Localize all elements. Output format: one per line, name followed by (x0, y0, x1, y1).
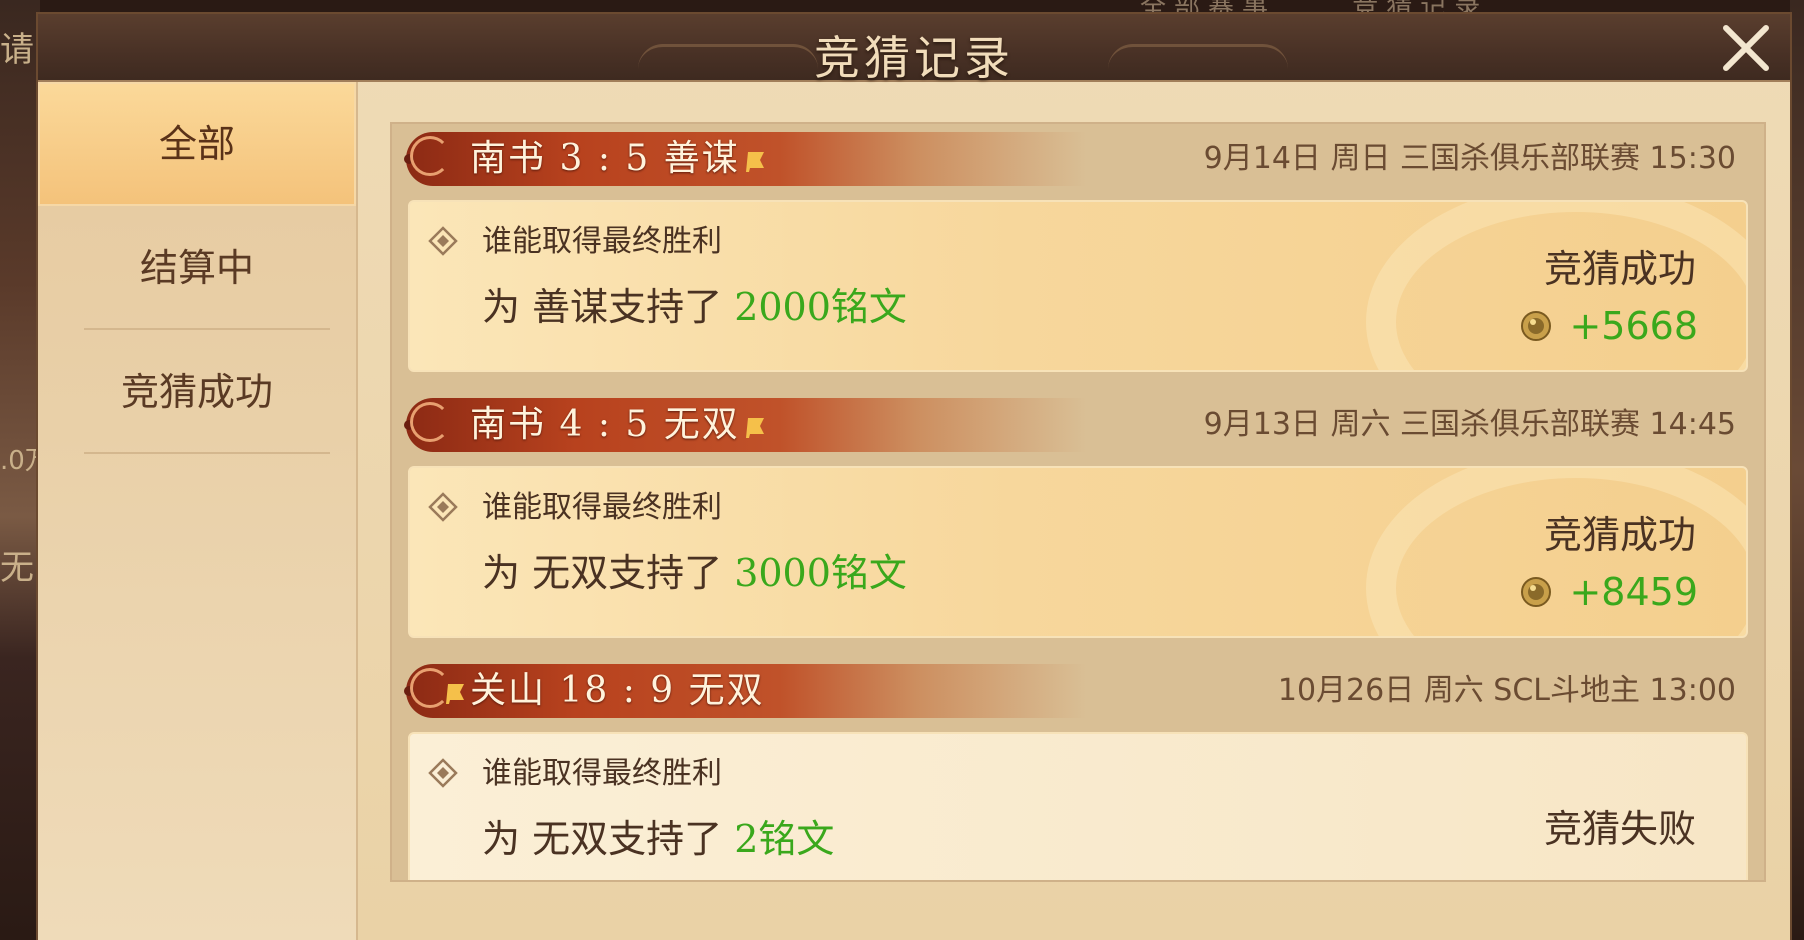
match-info: 9月13日 周六 三国杀俱乐部联赛 14:45 (1203, 407, 1736, 442)
bet-card: 谁能取得最终胜利 为 无双支持了 2铭文 竞猜失败 (408, 732, 1748, 880)
background-fragment: .0万 (0, 446, 40, 476)
team-right: 善谋 (663, 138, 740, 179)
bet-support: 为 无双支持了 3000铭文 (482, 542, 907, 597)
background-right-strip (1790, 0, 1804, 940)
background-fragment: 无 (0, 548, 34, 588)
bet-question: 谁能取得最终胜利 (482, 224, 722, 259)
flag-icon (745, 418, 764, 438)
dialog-title: 竞猜记录 (814, 31, 1014, 85)
diamond-icon (428, 226, 458, 256)
score: 3 : 5 (559, 138, 651, 179)
team-left: 南书 (470, 404, 547, 445)
background-fragment: 请币 (0, 30, 40, 70)
support-amount: 2000铭文 (734, 285, 907, 329)
sidebar-divider (84, 452, 330, 454)
record-header: 南书 4 : 5 无双 9月13日 周六 三国杀俱乐部联赛 14:45 (404, 398, 1750, 452)
team-left: 关山 (470, 670, 547, 711)
bet-support: 为 无双支持了 2铭文 (482, 808, 834, 863)
support-amount: 3000铭文 (734, 551, 907, 595)
record-header: 南书 3 : 5 善谋 9月14日 周日 三国杀俱乐部联赛 15:30 (404, 132, 1750, 186)
bet-question: 谁能取得最终胜利 (482, 490, 722, 525)
match-banner: 南书 3 : 5 善谋 (404, 132, 1086, 186)
reward-amount: +5668 (1569, 304, 1698, 348)
support-text: 为 善谋支持了 (482, 285, 723, 329)
filter-tab-settling[interactable]: 结算中 (38, 206, 356, 330)
close-button[interactable] (1716, 20, 1776, 76)
diamond-icon (428, 758, 458, 788)
match-score: 关山 18 : 9 无双 (440, 664, 765, 718)
filter-tab-success[interactable]: 竞猜成功 (38, 330, 356, 454)
diamond-icon (428, 492, 458, 522)
coin-icon (1521, 311, 1552, 341)
team-right: 无双 (663, 404, 740, 445)
support-text: 为 无双支持了 (482, 817, 723, 861)
support-text: 为 无双支持了 (482, 551, 723, 595)
bet-result: 竞猜成功 (1543, 513, 1696, 557)
bet-reward: +8459 (1520, 570, 1698, 614)
betting-record-dialog: 竞猜记录 全部 结算中 竞猜成功 南书 3 : 5 善谋 9月14日 周日 三国… (38, 14, 1790, 940)
flag-icon (446, 684, 464, 704)
background-left-strip: 请币 .0万 无 (0, 0, 40, 940)
bet-card: 谁能取得最终胜利 为 无双支持了 3000铭文 竞猜成功 +8459 (408, 466, 1748, 638)
bet-result: 竞猜失败 (1543, 807, 1696, 851)
record-header: 关山 18 : 9 无双 10月26日 周六 SCL斗地主 13:00 (404, 664, 1750, 718)
match-banner: 南书 4 : 5 无双 (404, 398, 1086, 452)
record-item: 南书 3 : 5 善谋 9月14日 周日 三国杀俱乐部联赛 15:30 谁能取得… (392, 124, 1764, 390)
filter-tab-all[interactable]: 全部 (38, 82, 356, 206)
record-item: 关山 18 : 9 无双 10月26日 周六 SCL斗地主 13:00 谁能取得… (392, 656, 1764, 880)
flag-icon (745, 152, 764, 172)
score: 4 : 5 (559, 404, 651, 445)
bet-result: 竞猜成功 (1543, 247, 1696, 291)
dialog-titlebar: 竞猜记录 (38, 14, 1790, 85)
score: 18 : 9 (559, 670, 676, 711)
team-left: 南书 (470, 138, 547, 179)
filter-sidebar: 全部 结算中 竞猜成功 (38, 82, 358, 940)
record-list[interactable]: 南书 3 : 5 善谋 9月14日 周日 三国杀俱乐部联赛 15:30 谁能取得… (390, 122, 1766, 882)
reward-amount: +8459 (1569, 570, 1698, 614)
support-amount: 2铭文 (734, 817, 835, 861)
team-right: 无双 (688, 670, 765, 711)
bet-support: 为 善谋支持了 2000铭文 (482, 276, 907, 331)
match-info: 9月14日 周日 三国杀俱乐部联赛 15:30 (1203, 141, 1736, 176)
match-score: 南书 3 : 5 善谋 (470, 132, 770, 186)
match-score: 南书 4 : 5 无双 (470, 398, 770, 452)
match-info: 10月26日 周六 SCL斗地主 13:00 (1277, 673, 1736, 708)
close-icon (1723, 25, 1769, 71)
coin-icon (1521, 577, 1552, 607)
bet-card: 谁能取得最终胜利 为 善谋支持了 2000铭文 竞猜成功 +5668 (408, 200, 1748, 372)
bet-question: 谁能取得最终胜利 (482, 756, 722, 791)
match-banner: 关山 18 : 9 无双 (404, 664, 1086, 718)
record-item: 南书 4 : 5 无双 9月13日 周六 三国杀俱乐部联赛 14:45 谁能取得… (392, 390, 1764, 656)
bet-reward: +5668 (1520, 304, 1698, 348)
